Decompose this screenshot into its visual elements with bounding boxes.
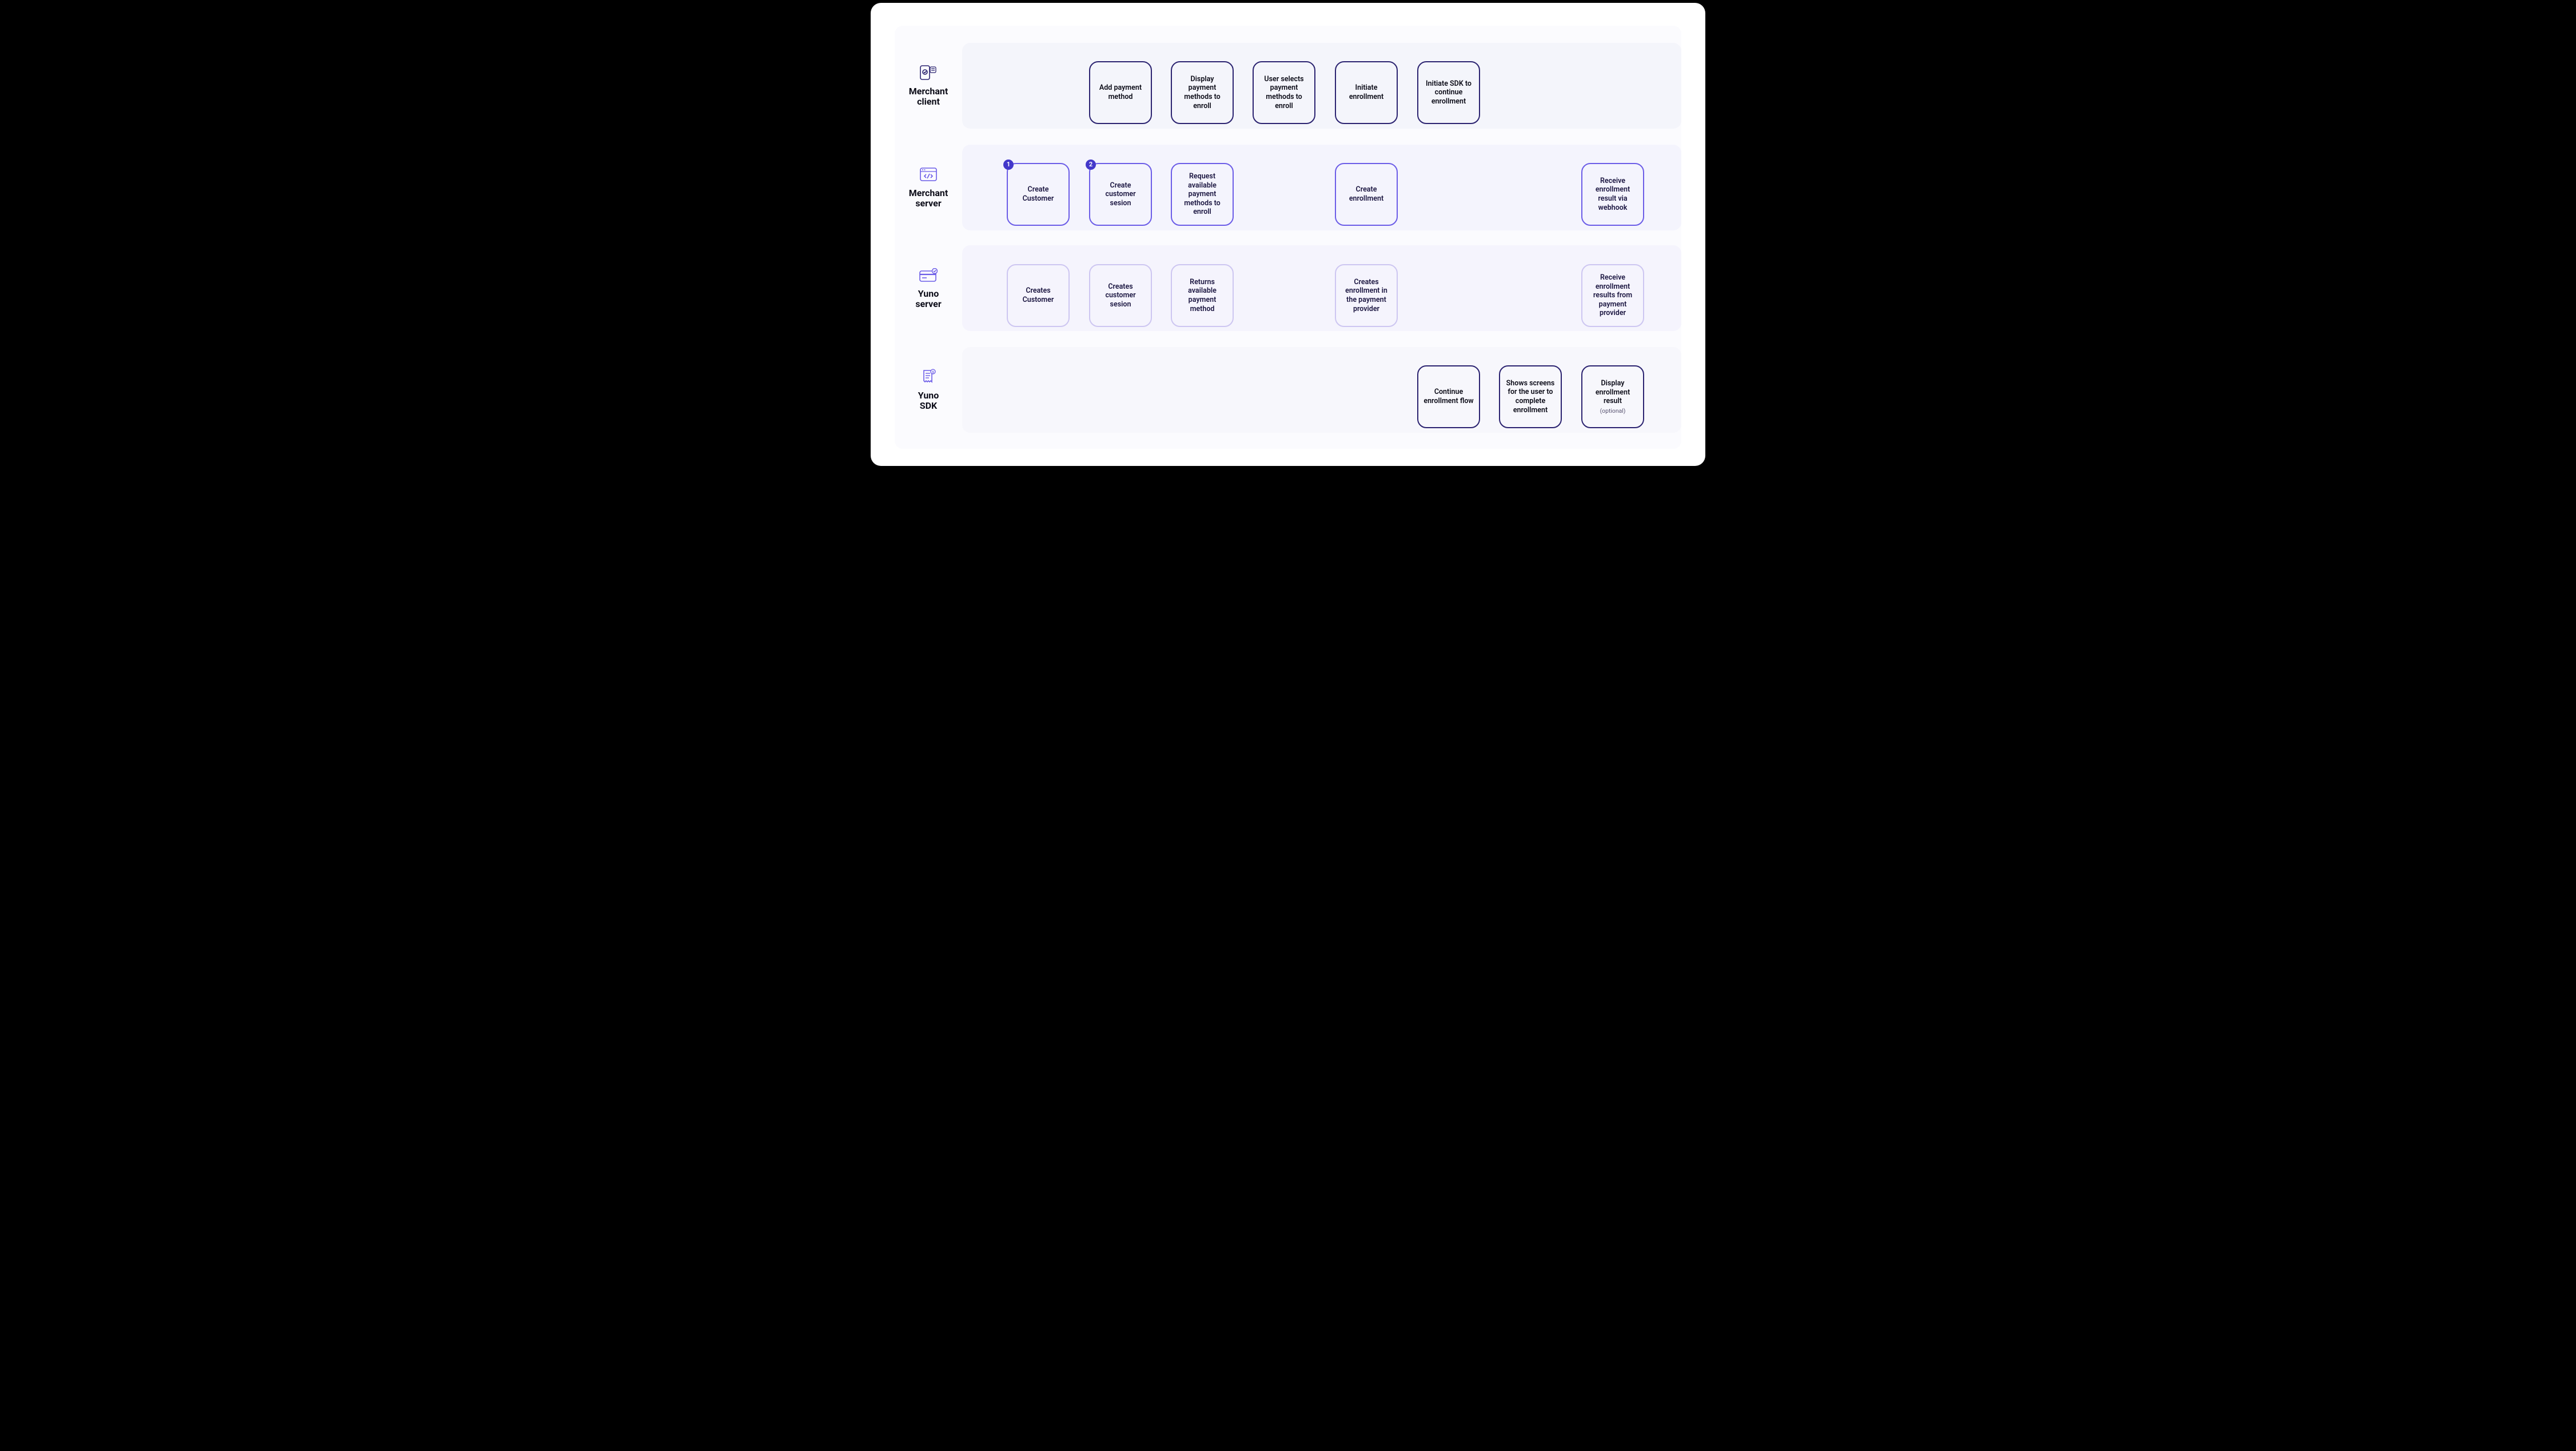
diagram-canvas: Merchantclient Merchantserver Yunoserver xyxy=(871,3,1705,466)
box-continue-enrollment-flow: Continue enrollment flow xyxy=(1417,365,1480,428)
box-creates-enrollment-provider: Creates enrollment in the payment provid… xyxy=(1335,264,1398,327)
lane-yuno-sdk: $ YunoSDK xyxy=(895,347,1681,433)
lane-label-text: Merchant xyxy=(909,86,948,97)
box-receive-result-webhook: Receive enrollment result via webhook xyxy=(1581,163,1644,226)
box-create-customer: 1 Create Customer xyxy=(1007,163,1070,226)
receipt-icon: $ xyxy=(919,369,938,385)
lane-label-text: server xyxy=(915,198,941,209)
card-check-icon xyxy=(919,267,938,283)
lane-label-text: client xyxy=(917,96,940,107)
code-window-icon xyxy=(919,166,938,182)
device-check-icon xyxy=(919,65,938,81)
lane-label-text: server xyxy=(915,298,941,309)
box-user-selects-payment-methods: User selects payment methods to enroll xyxy=(1253,61,1315,124)
box-initiate-enrollment: Initiate enrollment xyxy=(1335,61,1398,124)
box-creates-customer: Creates Customer xyxy=(1007,264,1070,327)
box-display-enrollment-result: Display enrollment result(optional) xyxy=(1581,365,1644,428)
lane-label-merchant-server: Merchantserver xyxy=(895,145,962,230)
box-creates-customer-session: Creates customer sesion xyxy=(1089,264,1152,327)
box-display-payment-methods: Display payment methods to enroll xyxy=(1171,61,1234,124)
box-receive-results-provider: Receive enrollment results from payment … xyxy=(1581,264,1644,327)
step-badge-1: 1 xyxy=(1003,160,1014,170)
lane-label-text: Yuno xyxy=(918,288,939,299)
lane-body-yuno-server xyxy=(962,245,1681,331)
step-badge-2: 2 xyxy=(1086,160,1096,170)
lane-body-merchant-client xyxy=(962,43,1681,129)
box-request-available-methods: Request available payment methods to enr… xyxy=(1171,163,1234,226)
box-create-enrollment: Create enrollment xyxy=(1335,163,1398,226)
lane-label-text: SDK xyxy=(920,400,937,411)
lane-label-text: Merchant xyxy=(909,188,948,198)
lane-body-yuno-sdk xyxy=(962,347,1681,433)
lane-label-yuno-sdk: $ YunoSDK xyxy=(895,347,962,433)
svg-text:$: $ xyxy=(932,370,934,374)
box-returns-available-method: Returns available payment method xyxy=(1171,264,1234,327)
box-add-payment-method: Add payment method xyxy=(1089,61,1152,124)
box-initiate-sdk: Initiate SDK to continue enrollment xyxy=(1417,61,1480,124)
lane-body-merchant-server xyxy=(962,145,1681,230)
lane-label-yuno-server: Yunoserver xyxy=(895,245,962,331)
lane-label-merchant-client: Merchantclient xyxy=(895,43,962,129)
box-shows-screens-complete: Shows screens for the user to complete e… xyxy=(1499,365,1562,428)
box-create-customer-session: 2 Create customer sesion xyxy=(1089,163,1152,226)
lane-label-text: Yuno xyxy=(918,390,939,401)
